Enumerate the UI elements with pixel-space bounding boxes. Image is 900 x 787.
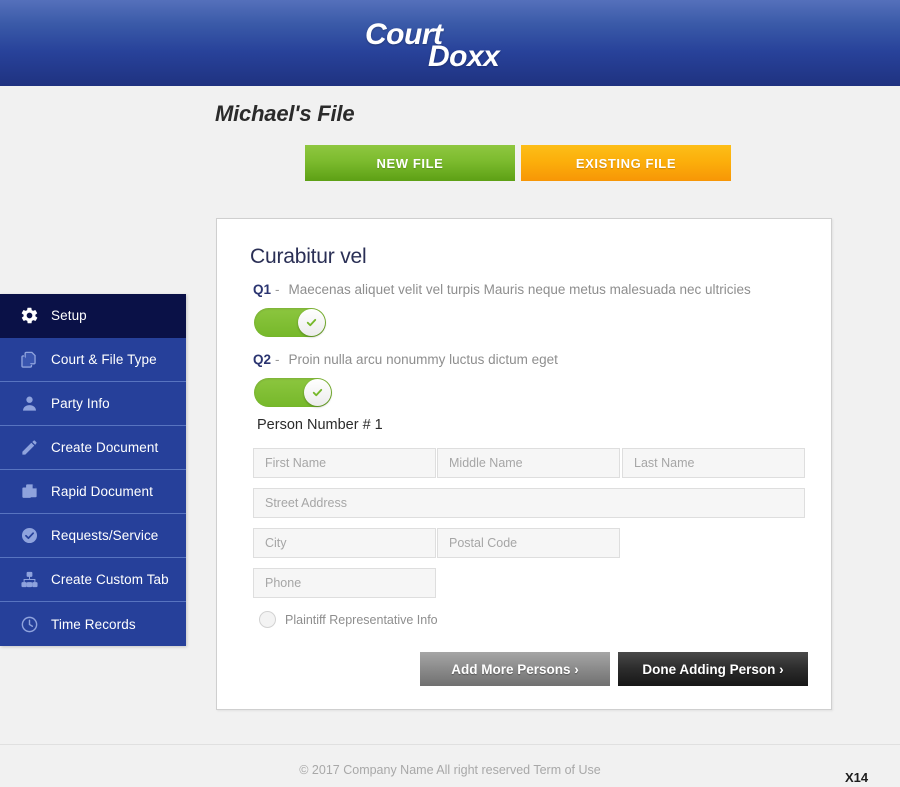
pencil-icon xyxy=(18,437,40,459)
logo-text-doxx: Doxx xyxy=(428,40,499,74)
question-dash: - xyxy=(275,352,280,367)
sidebar-item-label: Setup xyxy=(51,308,87,323)
documents-copy-icon xyxy=(18,349,40,371)
check-circle-icon xyxy=(18,525,40,547)
question-dash: - xyxy=(275,282,280,297)
sidebar-item-setup[interactable]: Setup xyxy=(0,294,186,338)
phone-input[interactable] xyxy=(253,568,436,598)
card-title: Curabitur vel xyxy=(250,245,366,269)
page-title: Michael's File xyxy=(215,101,354,127)
footer-divider xyxy=(0,744,900,745)
question-row-q1: Q1 - Maecenas aliquet velit vel turpis M… xyxy=(253,282,751,297)
question-text: Maecenas aliquet velit vel turpis Mauris… xyxy=(289,282,751,297)
add-more-persons-button[interactable]: Add More Persons › xyxy=(420,652,610,686)
last-name-input[interactable] xyxy=(622,448,805,478)
done-adding-person-button[interactable]: Done Adding Person › xyxy=(618,652,808,686)
file-mode-buttons: NEW FILE EXISTING FILE xyxy=(305,145,735,181)
toggle-q1[interactable] xyxy=(254,308,326,337)
app-logo: Court Doxx xyxy=(0,0,900,86)
sidebar-item-label: Rapid Document xyxy=(51,484,153,499)
sidebar-nav: Setup Court & File Type Party Info Creat… xyxy=(0,294,186,646)
person-icon xyxy=(18,393,40,415)
footer-copyright: © 2017 Company Name All right reserved T… xyxy=(0,763,900,777)
sidebar-item-court-file-type[interactable]: Court & File Type xyxy=(0,338,186,382)
sidebar-item-rapid-document[interactable]: Rapid Document xyxy=(0,470,186,514)
first-name-input[interactable] xyxy=(253,448,436,478)
question-row-q2: Q2 - Proin nulla arcu nonummy luctus dic… xyxy=(253,352,558,367)
sidebar-item-time-records[interactable]: Time Records xyxy=(0,602,186,646)
gear-icon xyxy=(18,305,40,327)
check-icon xyxy=(304,315,319,330)
street-address-input[interactable] xyxy=(253,488,805,518)
toggle-knob xyxy=(298,309,325,336)
existing-file-button[interactable]: EXISTING FILE xyxy=(521,145,731,181)
sidebar-item-create-custom-tab[interactable]: Create Custom Tab xyxy=(0,558,186,602)
sidebar-item-label: Time Records xyxy=(51,617,136,632)
sidebar-item-label: Court & File Type xyxy=(51,352,157,367)
check-icon xyxy=(310,385,325,400)
person-number-label: Person Number # 1 xyxy=(257,417,383,433)
plaintiff-representative-radio[interactable]: Plaintiff Representative Info xyxy=(259,611,438,628)
radio-label: Plaintiff Representative Info xyxy=(285,613,438,627)
watermark-label: X14 xyxy=(845,770,868,785)
duplicate-pages-icon xyxy=(18,481,40,503)
sidebar-item-label: Party Info xyxy=(51,396,110,411)
question-text: Proin nulla arcu nonummy luctus dictum e… xyxy=(289,352,558,367)
sidebar-item-label: Create Custom Tab xyxy=(51,572,169,587)
sidebar-item-label: Create Document xyxy=(51,440,158,455)
sidebar-item-requests-service[interactable]: Requests/Service xyxy=(0,514,186,558)
question-number: Q2 xyxy=(253,352,271,367)
new-file-button[interactable]: NEW FILE xyxy=(305,145,515,181)
toggle-q2[interactable] xyxy=(254,378,332,407)
radio-circle-icon xyxy=(259,611,276,628)
toggle-knob xyxy=(304,379,331,406)
middle-name-input[interactable] xyxy=(437,448,620,478)
form-card: Curabitur vel Q1 - Maecenas aliquet veli… xyxy=(216,218,832,710)
postal-code-input[interactable] xyxy=(437,528,620,558)
sidebar-item-party-info[interactable]: Party Info xyxy=(0,382,186,426)
question-number: Q1 xyxy=(253,282,271,297)
sidebar-item-label: Requests/Service xyxy=(51,528,158,543)
city-input[interactable] xyxy=(253,528,436,558)
sidebar-item-create-document[interactable]: Create Document xyxy=(0,426,186,470)
app-header: Court Doxx xyxy=(0,0,900,86)
clock-icon xyxy=(18,613,40,635)
sitemap-icon xyxy=(18,569,40,591)
